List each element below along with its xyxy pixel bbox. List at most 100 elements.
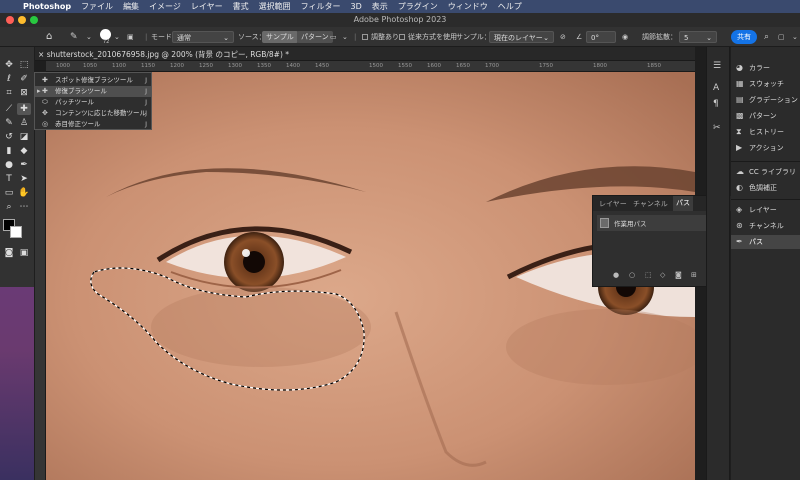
menu-layer[interactable]: レイヤー (191, 1, 223, 12)
chevron-down-icon[interactable]: ⌄ (86, 31, 92, 43)
rectangle-tool-icon[interactable]: ▭ (2, 187, 16, 199)
add-mask-icon[interactable]: ◙ (675, 271, 682, 279)
panel-adjustments[interactable]: ◐ 色調補正 (731, 181, 800, 195)
zoom-tool-icon[interactable]: ⌕ (2, 201, 16, 213)
menu-3d[interactable]: 3D (351, 2, 362, 11)
fill-path-icon[interactable]: ● (613, 271, 619, 279)
panel-paths[interactable]: ✒ パス (731, 235, 800, 249)
hand-tool-icon[interactable]: ✋ (17, 187, 31, 199)
screen-mode-icon[interactable]: ▣ (17, 247, 31, 259)
chevron-down-icon[interactable]: ⌄ (114, 31, 120, 43)
healing-brush-option[interactable]: ▸ ✚ 修復ブラシツール J (35, 86, 151, 97)
diffusion-select[interactable]: 5 ⌄ (679, 31, 717, 43)
adjustments-icon: ◐ (736, 183, 743, 192)
panel-gradients[interactable]: ▤ グラデーション (731, 93, 800, 107)
menu-view[interactable]: 表示 (372, 1, 388, 12)
source-sample-button[interactable]: サンプル (262, 31, 298, 43)
tab-channels[interactable]: チャンネル (633, 199, 668, 209)
ignore-adjustment-icon[interactable]: ⊘ (560, 31, 566, 43)
vertical-ruler[interactable] (35, 72, 46, 480)
properties-icon[interactable]: ☰ (713, 61, 721, 71)
source-pattern-button[interactable]: パターン (297, 31, 333, 43)
artboard-tool-icon[interactable]: ⬚ (17, 59, 31, 71)
menu-help[interactable]: ヘルプ (498, 1, 522, 12)
pattern-picker-icon[interactable]: ▭ (330, 31, 337, 43)
type-tool-icon[interactable]: T (2, 173, 16, 185)
panel-patterns[interactable]: ▩ パターン (731, 109, 800, 123)
chevron-down-icon[interactable]: ⌄ (342, 31, 348, 43)
history-brush-tool-icon[interactable]: ↺ (2, 131, 16, 143)
tab-paths[interactable]: パス (673, 196, 693, 211)
tool-presets-icon[interactable]: ✂ (713, 123, 721, 133)
eyedropper-tool-icon[interactable]: ⟋ (2, 103, 16, 115)
background-color-swatch[interactable] (10, 226, 22, 238)
close-icon[interactable]: × (38, 50, 44, 59)
aligned-checkbox[interactable]: 調整あり (362, 31, 399, 43)
lasso-tool-icon[interactable]: ℓ (2, 73, 16, 85)
horizontal-ruler[interactable]: 1000 1050 1100 1150 1200 1250 1300 1350 … (46, 61, 695, 72)
panel-swatches[interactable]: ▦ スウォッチ (731, 77, 800, 91)
sample-select[interactable]: 現在のレイヤー ⌄ (489, 31, 554, 43)
path-to-selection-icon[interactable]: ⬚ (645, 271, 652, 279)
panel-layers[interactable]: ◈ レイヤー (731, 203, 800, 217)
path-select-tool-icon[interactable]: ➤ (17, 173, 31, 185)
paragraph-icon[interactable]: ¶ (713, 99, 719, 109)
panel-actions[interactable]: ▶ アクション (731, 141, 800, 155)
menu-file[interactable]: ファイル (81, 1, 113, 12)
ruler-tick: 1400 (286, 63, 300, 69)
panel-color[interactable]: ◕ カラー (731, 61, 800, 75)
eraser-tool-icon[interactable]: ◪ (17, 131, 31, 143)
panel-icon-strip: ☰ A ¶ ✂ (706, 47, 730, 480)
menu-filter[interactable]: フィルター (301, 1, 341, 12)
menu-plugins[interactable]: プラグイン (398, 1, 438, 12)
quick-select-tool-icon[interactable]: ✐ (17, 73, 31, 85)
tab-layers[interactable]: レイヤー (599, 199, 627, 209)
document-tab[interactable]: × shutterstock_2010676958.jpg @ 200% (背景… (35, 47, 695, 61)
menu-window[interactable]: ウィンドウ (448, 1, 488, 12)
pressure-size-icon[interactable]: ◉ (622, 31, 628, 43)
share-button[interactable]: 共有 (731, 30, 757, 44)
document-tab-label: shutterstock_2010676958.jpg @ 200% (背景 の… (46, 50, 290, 59)
panel-label: カラー (749, 64, 770, 72)
chevron-down-icon[interactable]: ⌄ (792, 31, 798, 43)
panel-channels[interactable]: ⊛ チャンネル (731, 219, 800, 233)
spot-healing-brush-option[interactable]: ✚ スポット修復ブラシツール J (35, 75, 151, 86)
path-row[interactable]: 作業用パス (597, 215, 712, 231)
character-icon[interactable]: A (713, 83, 719, 93)
menu-image[interactable]: イメージ (149, 1, 181, 12)
blur-tool-icon[interactable]: ◆ (17, 145, 31, 157)
menu-app-name[interactable]: Photoshop (23, 2, 71, 11)
menu-edit[interactable]: 編集 (123, 1, 139, 12)
patch-tool-option[interactable]: ⬭ パッチツール J (35, 97, 151, 108)
brush-settings-icon[interactable]: ▣ (127, 31, 134, 43)
brush-tool-icon[interactable]: ✎ (2, 117, 16, 129)
content-aware-move-option[interactable]: ✥ コンテンツに応じた移動ツール J (35, 108, 151, 119)
healing-brush-tool-icon[interactable]: ✚ (17, 103, 31, 115)
mode-select[interactable]: 通常 ⌄ (172, 31, 234, 43)
home-icon[interactable]: ⌂ (46, 31, 52, 43)
panel-history[interactable]: ⧗ ヒストリー (731, 125, 800, 139)
gradient-tool-icon[interactable]: ▮ (2, 145, 16, 157)
pen-tool-icon[interactable]: ✒ (17, 159, 31, 171)
selection-to-path-icon[interactable]: ◇ (660, 271, 665, 279)
more-tools-icon[interactable]: ⋯ (17, 201, 31, 213)
layers-icon: ◈ (736, 205, 743, 214)
move-tool-icon[interactable]: ✥ (2, 59, 16, 71)
search-icon[interactable]: ⌕ (764, 31, 769, 43)
menu-select[interactable]: 選択範囲 (259, 1, 291, 12)
frame-tool-icon[interactable]: ⊠ (17, 87, 31, 99)
play-icon: ▶ (736, 143, 743, 152)
stroke-path-icon[interactable]: ○ (629, 271, 635, 279)
menu-type[interactable]: 書式 (233, 1, 249, 12)
new-path-icon[interactable]: ⊞ (691, 271, 697, 279)
crop-tool-icon[interactable]: ⌗ (2, 87, 16, 99)
panel-cc-libraries[interactable]: ☁ CC ライブラリ (731, 165, 800, 179)
healing-brush-preset-icon[interactable]: ✎ (70, 31, 78, 43)
quick-mask-icon[interactable]: ◙ (2, 247, 16, 259)
dodge-tool-icon[interactable]: ● (2, 159, 16, 171)
legacy-checkbox[interactable]: 従来方式を使用 (399, 31, 457, 43)
clone-stamp-tool-icon[interactable]: ♙ (17, 117, 31, 129)
angle-field[interactable]: 0° (586, 31, 616, 43)
red-eye-tool-option[interactable]: ◎ 赤目修正ツール J (35, 119, 151, 130)
workspace-icon[interactable]: ▢ (778, 31, 785, 43)
